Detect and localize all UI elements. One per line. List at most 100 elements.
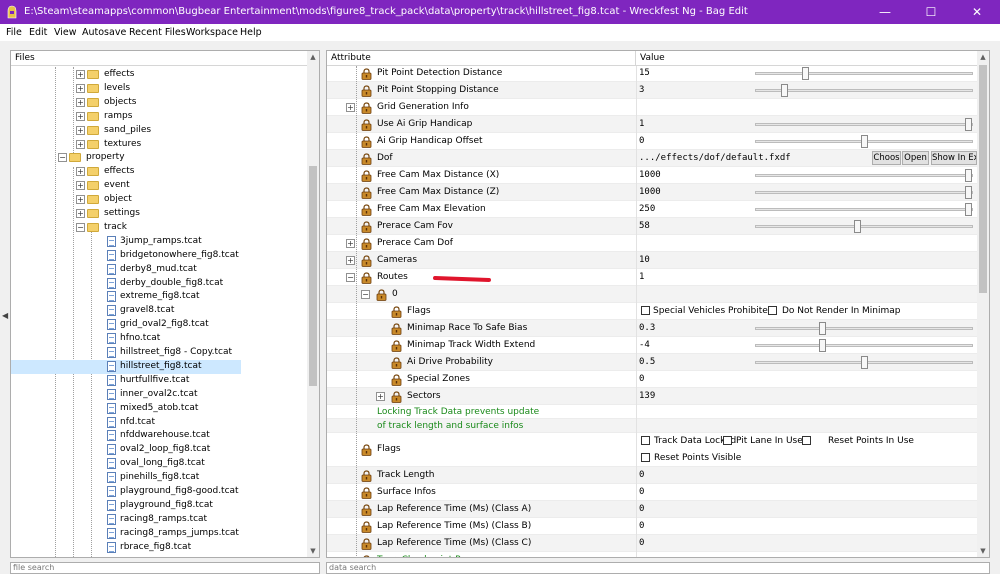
attribute-row[interactable]: Dof .../effects/dof/default.fxdf Choos Open…	[327, 150, 977, 167]
collapse-left-arrow-icon[interactable]: ◀	[2, 311, 8, 320]
file-node[interactable]: 3jump_ramps.tcat	[11, 235, 241, 249]
file-node[interactable]: derby_double_fig8.tcat	[11, 277, 241, 291]
folder-node[interactable]: + event	[11, 179, 241, 193]
expand-plus-icon[interactable]: +	[76, 181, 85, 191]
close-button[interactable]: ✕	[954, 0, 1000, 24]
files-scrollbar[interactable]: ▲ ▼	[307, 51, 319, 557]
file-node[interactable]: rbrace_fig8.tcat	[11, 541, 241, 555]
value-slider[interactable]	[755, 118, 973, 131]
attribute-row[interactable]: Flags Special Vehicles Prohibited Do Not R…	[327, 303, 977, 320]
attribute-row[interactable]: + Sectors 139	[327, 388, 977, 405]
attribute-value[interactable]: .../effects/dof/default.fxdf	[639, 153, 791, 163]
menu-recent-files[interactable]: Recent Files	[129, 27, 186, 38]
file-node[interactable]: grid_oval2_fig8.tcat	[11, 318, 241, 332]
attribute-row[interactable]: Lap Reference Time (Ms) (Class C) 0	[327, 535, 977, 552]
expand-plus-icon[interactable]: +	[76, 139, 85, 149]
checkbox[interactable]	[802, 436, 811, 445]
attribute-row[interactable]: −0	[327, 286, 977, 303]
file-node[interactable]: hfno.tcat	[11, 332, 241, 346]
attribute-row[interactable]: Lap Reference Time (Ms) (Class A) 0	[327, 501, 977, 518]
file-node[interactable]: hurtfullfive.tcat	[11, 374, 241, 388]
folder-node[interactable]: + textures	[11, 138, 241, 152]
slider-knob[interactable]	[965, 169, 972, 182]
attribute-value[interactable]: 250	[639, 204, 655, 214]
slider-knob[interactable]	[801, 67, 809, 80]
attribute-value[interactable]: 139	[639, 391, 655, 401]
attribute-row[interactable]: Free Cam Max Distance (Z) 1000	[327, 184, 977, 201]
expand-plus-icon[interactable]: +	[76, 209, 85, 218]
checkbox[interactable]	[723, 436, 732, 445]
expand-plus-icon[interactable]: +	[76, 111, 85, 121]
file-node[interactable]: playground_fig8.tcat	[11, 499, 241, 513]
menu-autosave[interactable]: Autosave	[82, 27, 126, 38]
attribute-scroll-thumb[interactable]	[979, 65, 987, 293]
slider-knob[interactable]	[965, 186, 972, 199]
menu-help[interactable]: Help	[240, 27, 262, 38]
attribute-row[interactable]: + Cameras 10	[327, 252, 977, 269]
attribute-row[interactable]: Surface Infos 0	[327, 484, 977, 501]
files-scroll-thumb[interactable]	[309, 166, 317, 386]
slider-knob[interactable]	[854, 220, 862, 233]
file-node[interactable]: playground_fig8-good.tcat	[11, 485, 241, 499]
slider-knob[interactable]	[818, 339, 826, 352]
attribute-value[interactable]: 15	[639, 68, 650, 78]
value-column-header[interactable]: Value	[636, 51, 977, 66]
attribute-row[interactable]: Tour: Checkpoint Race	[327, 552, 977, 557]
attribute-value[interactable]: 0.5	[639, 357, 655, 367]
attribute-scrollbar[interactable]: ▲ ▼	[977, 51, 989, 557]
menu-workspace[interactable]: Workspace	[186, 27, 238, 38]
value-slider[interactable]	[755, 169, 973, 182]
attribute-value[interactable]: 0	[639, 538, 644, 548]
slider-knob[interactable]	[965, 203, 972, 216]
attribute-row[interactable]: + Prerace Cam Dof	[327, 235, 977, 252]
value-slider[interactable]	[755, 135, 973, 148]
folder-node[interactable]: + objects	[11, 96, 241, 110]
file-node[interactable]: nfddwarehouse.tcat	[11, 429, 241, 443]
file-node[interactable]: racing8_ramps_jumps.tcat	[11, 527, 241, 541]
expand-plus-icon[interactable]: +	[76, 70, 85, 79]
collapse-minus-icon[interactable]: −	[346, 273, 355, 282]
collapse-minus-icon[interactable]: −	[361, 290, 370, 299]
expand-plus-icon[interactable]: +	[76, 125, 85, 135]
file-node[interactable]: racing8_ramps.tcat	[11, 513, 241, 527]
folder-node[interactable]: + levels	[11, 82, 241, 96]
attr-scroll-up-arrow-icon[interactable]: ▲	[977, 51, 989, 63]
expand-plus-icon[interactable]: +	[346, 239, 355, 248]
attribute-value[interactable]: 0	[639, 487, 644, 497]
collapse-minus-icon[interactable]: −	[58, 153, 67, 163]
attribute-row[interactable]: Minimap Race To Safe Bias 0.3	[327, 320, 977, 337]
attribute-value[interactable]: -4	[639, 340, 650, 350]
file-node[interactable]: hillstreet_fig8.tcat	[11, 359, 241, 374]
folder-node[interactable]: + ramps	[11, 110, 241, 124]
value-slider[interactable]	[755, 339, 973, 352]
attribute-row[interactable]: Minimap Track Width Extend -4	[327, 337, 977, 354]
checkbox[interactable]	[768, 306, 777, 315]
file-node[interactable]: inner_oval2c.tcat	[11, 388, 241, 402]
attribute-value[interactable]: 1	[639, 119, 644, 129]
attribute-row[interactable]: Ai Drive Probability 0.5	[327, 354, 977, 371]
value-slider[interactable]	[755, 84, 973, 97]
attribute-row[interactable]: Pit Point Stopping Distance 3	[327, 82, 977, 99]
menu-file[interactable]: File	[6, 27, 22, 38]
attribute-row[interactable]: Ai Grip Handicap Offset 0	[327, 133, 977, 150]
collapse-minus-icon[interactable]: −	[76, 222, 85, 232]
expand-plus-icon[interactable]: +	[76, 195, 85, 205]
attribute-value[interactable]: 0	[639, 136, 644, 146]
expand-plus-icon[interactable]: +	[346, 256, 355, 265]
file-node[interactable]: oval_long_fig8.tcat	[11, 457, 241, 471]
attribute-value[interactable]: 0	[639, 374, 644, 384]
attribute-value[interactable]: 1000	[639, 187, 661, 197]
folder-node[interactable]: + sand_piles	[11, 124, 241, 138]
file-search-input[interactable]: file search	[10, 562, 320, 574]
menu-edit[interactable]: Edit	[29, 27, 47, 38]
attribute-row[interactable]: Use Ai Grip Handicap 1	[327, 116, 977, 133]
file-node[interactable]: pinehills_fig8.tcat	[11, 471, 241, 485]
folder-node[interactable]: − property	[11, 151, 241, 165]
attribute-row[interactable]: Flags Track Data Locked Pit Lane In Use Res…	[327, 433, 977, 467]
open-button[interactable]: Open	[902, 151, 929, 165]
expand-plus-icon[interactable]: +	[76, 167, 85, 177]
value-slider[interactable]	[755, 356, 973, 369]
expand-plus-icon[interactable]: +	[376, 392, 385, 401]
minimize-button[interactable]: —	[862, 0, 908, 24]
file-node[interactable]: gravel8.tcat	[11, 304, 241, 318]
